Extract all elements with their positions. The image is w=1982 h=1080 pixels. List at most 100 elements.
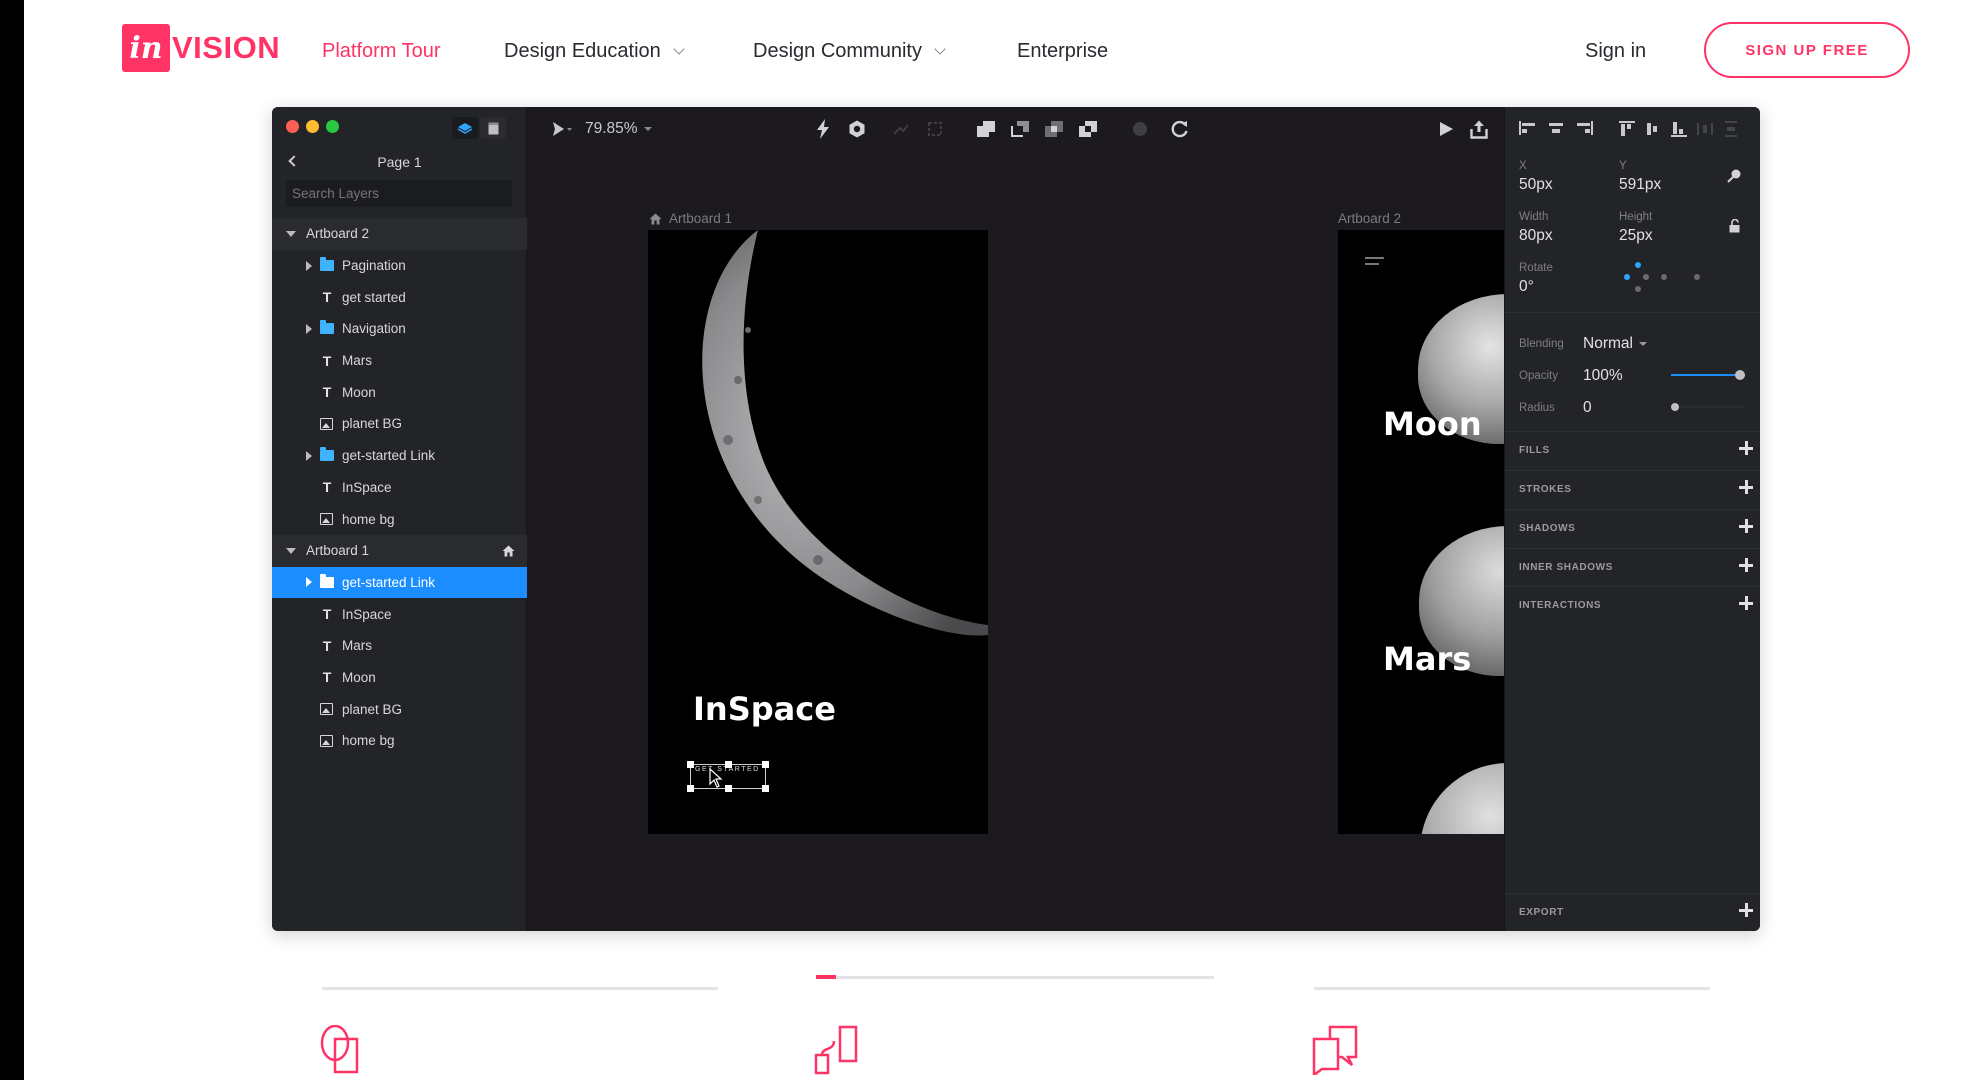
resize-handle[interactable] <box>725 785 732 792</box>
artboard-1[interactable]: InSpace GET STARTED <box>648 230 988 834</box>
get-started-link-selection[interactable]: GET STARTED <box>687 761 769 792</box>
zoom-level-dropdown[interactable]: 79.85% <box>585 120 653 138</box>
layer-image[interactable]: planet BG <box>272 693 527 725</box>
invision-logo[interactable]: in VISION <box>122 24 280 72</box>
slider-knob[interactable] <box>1671 403 1679 411</box>
artboard-2-label[interactable]: Artboard 2 <box>1338 211 1401 226</box>
layer-text[interactable]: T get started <box>272 281 527 313</box>
slider-knob[interactable] <box>1735 370 1745 380</box>
feature-tab-1-line[interactable] <box>322 987 718 990</box>
nav-design-education[interactable]: Design Education <box>504 36 685 66</box>
y-value[interactable]: 591px <box>1619 176 1661 194</box>
constraint-right-dot[interactable] <box>1643 274 1649 280</box>
unlock-icon[interactable] <box>1729 219 1740 233</box>
page-selector[interactable]: Page 1 <box>272 149 527 175</box>
caret-right-icon[interactable] <box>306 577 312 588</box>
layer-image[interactable]: planet BG <box>272 408 527 440</box>
add-stroke-plus-icon[interactable] <box>1739 480 1753 494</box>
artboard-1-label[interactable]: Artboard 1 <box>649 211 732 226</box>
radius-value[interactable]: 0 <box>1583 399 1592 417</box>
design-canvas[interactable]: 79.85% Artboard 1 InSpace GET STARTED Ar… <box>528 107 1678 931</box>
constraint-bottom-dot[interactable] <box>1635 286 1641 292</box>
lightning-button[interactable] <box>813 118 833 140</box>
mask-button[interactable] <box>1129 119 1151 139</box>
layer-text[interactable]: T InSpace <box>272 472 527 504</box>
fills-section[interactable]: FILLS <box>1505 431 1760 469</box>
layer-image[interactable]: home bg <box>272 725 527 757</box>
comments-icon[interactable] <box>1312 1025 1364 1075</box>
rotate-value[interactable]: 0° <box>1519 278 1534 296</box>
constraints-widget[interactable] <box>1617 262 1737 298</box>
caret-right-icon[interactable] <box>306 260 312 271</box>
subtract-button[interactable] <box>1009 119 1031 139</box>
add-inner-shadow-plus-icon[interactable] <box>1739 558 1753 572</box>
nav-platform-tour[interactable]: Platform Tour <box>322 36 441 66</box>
distribute-v-icon[interactable] <box>1723 121 1739 137</box>
sign-up-free-button[interactable]: SIGN UP FREE <box>1704 22 1910 78</box>
x-value[interactable]: 50px <box>1519 176 1553 194</box>
caret-down-icon[interactable] <box>286 547 296 554</box>
radius-slider[interactable] <box>1671 402 1745 412</box>
align-top-icon[interactable] <box>1619 121 1635 137</box>
constraint-top-dot[interactable] <box>1635 262 1641 268</box>
add-export-plus-icon[interactable] <box>1739 903 1753 917</box>
pointer-tool-button[interactable] <box>550 120 574 138</box>
window-maximize-button[interactable] <box>326 120 339 133</box>
linked-screens-icon[interactable] <box>814 1025 866 1075</box>
link-button[interactable] <box>890 119 912 139</box>
feature-tab-3-line[interactable] <box>1314 987 1710 990</box>
search-layers-input[interactable] <box>286 180 512 207</box>
preview-play-button[interactable] <box>1435 118 1457 140</box>
add-shadow-plus-icon[interactable] <box>1739 519 1753 533</box>
layer-text[interactable]: T Mars <box>272 345 527 377</box>
layer-artboard-2[interactable]: Artboard 2 <box>272 218 527 250</box>
shadows-section[interactable]: SHADOWS <box>1505 509 1760 547</box>
export-section[interactable]: EXPORT <box>1505 893 1760 931</box>
difference-button[interactable] <box>1077 119 1099 139</box>
align-left-icon[interactable] <box>1519 121 1537 135</box>
blending-dropdown[interactable]: Normal <box>1583 335 1648 353</box>
layer-image[interactable]: home bg <box>272 503 527 535</box>
constraint-left-dot[interactable] <box>1624 274 1630 280</box>
resize-handle[interactable] <box>762 761 769 768</box>
crop-button[interactable] <box>924 119 946 139</box>
share-button[interactable] <box>1468 117 1490 141</box>
layers-tab[interactable] <box>452 117 478 139</box>
constraint-width-dot[interactable] <box>1661 274 1667 280</box>
inner-shadows-section[interactable]: INNER SHADOWS <box>1505 548 1760 586</box>
resize-handle[interactable] <box>687 761 694 768</box>
caret-right-icon[interactable] <box>306 323 312 334</box>
add-fill-plus-icon[interactable] <box>1739 441 1753 455</box>
union-button[interactable] <box>975 119 997 139</box>
resize-handle[interactable] <box>725 761 732 768</box>
caret-right-icon[interactable] <box>306 450 312 461</box>
width-value[interactable]: 80px <box>1519 227 1553 245</box>
caret-down-icon[interactable] <box>286 230 296 237</box>
layer-text[interactable]: T Mars <box>272 630 527 662</box>
layer-text[interactable]: T Moon <box>272 662 527 694</box>
opacity-slider[interactable] <box>1671 370 1745 380</box>
intersect-button[interactable] <box>1043 119 1065 139</box>
window-close-button[interactable] <box>286 120 299 133</box>
feature-tab-2-line[interactable] <box>816 975 1214 979</box>
distribute-h-icon[interactable] <box>1697 121 1713 137</box>
resize-handle[interactable] <box>687 785 694 792</box>
resize-handle[interactable] <box>762 785 769 792</box>
constraint-height-dot[interactable] <box>1694 274 1700 280</box>
eyedropper-icon[interactable] <box>1727 169 1741 183</box>
layer-folder[interactable]: Navigation <box>272 313 527 345</box>
layer-text[interactable]: T Moon <box>272 376 527 408</box>
align-bottom-icon[interactable] <box>1671 121 1687 137</box>
interactions-section[interactable]: INTERACTIONS <box>1505 586 1760 624</box>
layer-folder[interactable]: get-started Link <box>272 440 527 472</box>
refresh-button[interactable] <box>1169 118 1191 140</box>
nav-enterprise[interactable]: Enterprise <box>1017 36 1108 66</box>
layer-text[interactable]: T InSpace <box>272 598 527 630</box>
layer-artboard-1[interactable]: Artboard 1 <box>272 534 527 567</box>
add-interaction-plus-icon[interactable] <box>1739 596 1753 610</box>
settings-button[interactable] <box>846 118 868 140</box>
layer-folder[interactable]: Pagination <box>272 250 527 282</box>
overlap-shapes-icon[interactable] <box>320 1025 368 1075</box>
strokes-section[interactable]: STROKES <box>1505 470 1760 508</box>
align-center-h-icon[interactable] <box>1547 121 1565 135</box>
